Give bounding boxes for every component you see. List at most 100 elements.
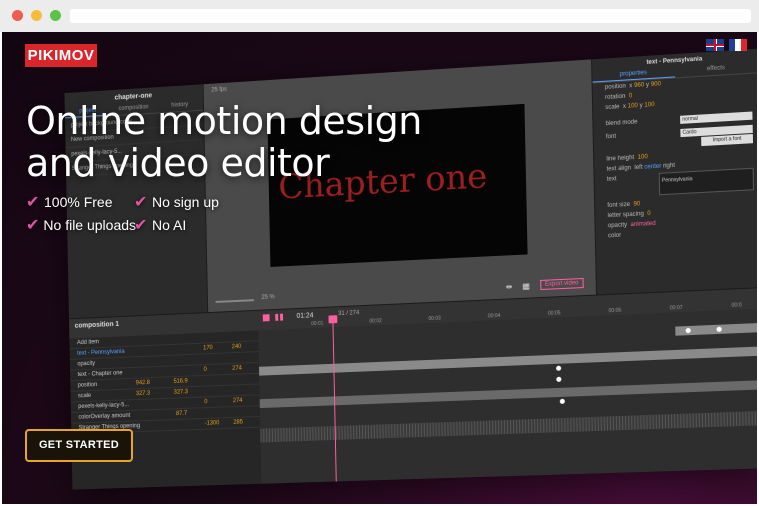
ruler-tick: 00:04 xyxy=(487,312,501,320)
checkmark-icon: ✔ xyxy=(26,217,40,234)
layer-in: 0 xyxy=(204,399,208,406)
ruler-tick: 00:05 xyxy=(547,310,561,317)
layer-label: Add item xyxy=(76,339,100,347)
close-window-icon[interactable] xyxy=(12,10,23,21)
stop-icon xyxy=(262,314,270,322)
maximize-window-icon[interactable] xyxy=(50,10,61,21)
prop-label: text align xyxy=(606,165,632,173)
composition-name: composition 1 xyxy=(74,320,120,330)
headline-line: Online motion design xyxy=(26,99,422,143)
layer-out: 285 xyxy=(233,419,243,426)
prop-label: font xyxy=(605,133,617,141)
zoom-slider xyxy=(215,299,254,303)
prop-label: text xyxy=(606,176,617,183)
canvas-area: 25 fps Chapter one 25 % ⇹ ▦ Export video xyxy=(203,59,597,313)
text-input: Pennsylvania xyxy=(658,167,755,196)
layer-label: colorOverlay amount xyxy=(78,412,131,421)
ruler-tick: 00:03 xyxy=(428,315,441,323)
prop-value: 90 xyxy=(633,201,641,208)
hero-section: chapter-one project composition history … xyxy=(2,32,757,504)
layer-label: opacity xyxy=(77,360,96,368)
layer-in: 0 xyxy=(203,366,207,373)
prop-value: 900 xyxy=(650,81,662,89)
blend-select: normal xyxy=(680,111,753,124)
layer-label: text - Pennsylvania xyxy=(77,348,125,357)
ruler-tick: 00:06 xyxy=(608,307,622,315)
align-left: left xyxy=(634,164,643,172)
prop-label: opacity xyxy=(607,222,628,230)
prop-label: letter spacing xyxy=(607,211,644,220)
export-video-button: Export video xyxy=(539,277,584,291)
layer-out: 274 xyxy=(232,397,243,405)
align-center: center xyxy=(644,163,662,171)
layer-out: 516.9 xyxy=(173,378,188,385)
frame-counter: 31 / 274 xyxy=(338,310,360,318)
layer-label: position xyxy=(77,382,98,389)
import-font-button: Import a font xyxy=(701,133,754,147)
feature-label: 100% Free xyxy=(44,194,113,210)
layer-in: -1300 xyxy=(204,420,220,427)
feature-item: ✔ No file uploads xyxy=(26,215,137,235)
hero-headline: Online motion design and video editor xyxy=(26,100,422,184)
prop-value: 100 xyxy=(637,154,648,161)
checkmark-icon: ✔ xyxy=(134,194,148,211)
prop-label: rotation xyxy=(605,93,626,101)
layer-label: scale xyxy=(77,392,92,400)
france-flag-icon[interactable] xyxy=(729,39,747,51)
prop-label: font size xyxy=(607,201,631,210)
prop-label: blend mode xyxy=(605,119,638,128)
prop-value: 100 xyxy=(644,102,655,109)
get-started-button[interactable]: GET STARTED xyxy=(25,429,133,462)
layer-out: 274 xyxy=(232,365,242,372)
ruler-tick: 00:0 xyxy=(731,302,742,309)
prop-value: 0 xyxy=(647,210,651,218)
layer-in: 942.8 xyxy=(135,379,150,387)
feature-label: No sign up xyxy=(152,194,219,210)
layer-in: 87.7 xyxy=(176,410,188,418)
layer-out: 327.3 xyxy=(173,389,189,396)
feature-item: ✔ No AI xyxy=(134,215,244,235)
align-right: right xyxy=(663,162,676,170)
feature-label: No AI xyxy=(152,217,187,233)
keyframe xyxy=(556,376,562,382)
headline-line: and video editor xyxy=(26,141,330,185)
ruler-tick: 00:02 xyxy=(369,318,382,325)
prop-value: 960 xyxy=(633,82,645,90)
current-time: 01:24 xyxy=(296,312,314,320)
zoom-label: 25 % xyxy=(261,294,275,301)
timeline-panel: composition 1 01:24 31 / 274 00:01 00:02… xyxy=(69,287,757,490)
layer-in: 170 xyxy=(203,345,213,352)
prop-value: animated xyxy=(630,220,656,229)
fps-label: 25 fps xyxy=(211,86,227,94)
checkmark-icon: ✔ xyxy=(134,217,148,234)
prop-label: line height xyxy=(606,154,635,163)
keyframe xyxy=(559,398,565,405)
ruler-tick: 00:01 xyxy=(311,320,324,328)
prop-value: 0 xyxy=(628,93,633,100)
ruler-tick: 00:07 xyxy=(669,304,683,312)
canvas-tools: ⇹ ▦ Export video xyxy=(505,277,584,292)
layer-label: pexels-kelly-lacy-5... xyxy=(78,402,130,410)
keyframe xyxy=(556,365,562,371)
checkmark-icon: ✔ xyxy=(26,194,40,211)
browser-chrome xyxy=(0,0,759,32)
pause-icon xyxy=(275,313,284,321)
address-bar[interactable] xyxy=(70,9,751,23)
grid-icon: ▦ xyxy=(522,280,530,291)
feature-item: ✔ No sign up xyxy=(134,192,244,212)
align-icon: ⇹ xyxy=(505,281,513,292)
pikimov-logo[interactable]: PIKIMOV xyxy=(25,44,97,67)
properties-panel: text - Pennsylvania properties effects p… xyxy=(591,48,757,295)
layer-in: 327.3 xyxy=(135,390,151,398)
feature-label: No file uploads xyxy=(43,217,137,233)
layer-list: Add item text - Pennsylvania 170 240 opaci… xyxy=(69,330,262,490)
prop-value: 100 xyxy=(627,103,638,110)
layer-out: 240 xyxy=(231,343,242,351)
language-switcher xyxy=(706,39,747,51)
minimize-window-icon[interactable] xyxy=(31,10,42,21)
uk-flag-icon[interactable] xyxy=(706,39,724,51)
prop-label: color xyxy=(607,232,622,240)
feature-item: ✔ 100% Free xyxy=(26,192,134,212)
layer-label: text - Chapter one xyxy=(77,370,123,379)
prop-label: scale xyxy=(605,104,620,112)
